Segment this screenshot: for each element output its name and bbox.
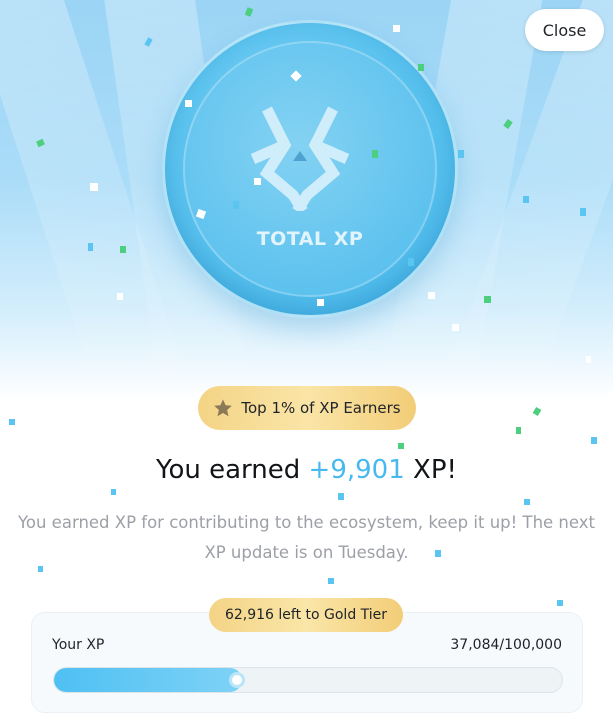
confetti-piece (408, 258, 414, 266)
confetti-piece (117, 293, 123, 300)
confetti-piece (120, 246, 126, 253)
confetti-piece (428, 292, 435, 299)
confetti-piece (254, 178, 261, 185)
confetti-piece (111, 489, 116, 495)
confetti-piece (591, 437, 597, 444)
confetti-piece (580, 208, 586, 216)
xp-progress-fill (54, 668, 242, 692)
total-xp-coin: TOTAL XP (162, 20, 458, 318)
headline-prefix: You earned (156, 455, 309, 485)
confetti-piece (317, 299, 324, 306)
confetti-piece (9, 419, 15, 425)
confetti-piece (484, 296, 491, 303)
confetti-piece (372, 150, 378, 158)
headline-suffix: XP! (404, 455, 457, 485)
hero-banner: TOTAL XP (0, 0, 613, 400)
xp-progress-knob (229, 672, 245, 688)
confetti-piece (532, 406, 542, 417)
confetti-piece (233, 201, 239, 209)
confetti-piece (557, 600, 563, 606)
top-earner-badge: Top 1% of XP Earners (198, 386, 416, 430)
confetti-piece (90, 183, 98, 191)
confetti-piece (524, 499, 530, 505)
close-button[interactable]: Close (525, 9, 604, 51)
confetti-piece (523, 196, 529, 203)
confetti-piece (418, 64, 424, 71)
xp-earned-headline: You earned +9,901 XP! (0, 455, 613, 485)
confetti-piece (244, 7, 254, 17)
confetti-piece (393, 25, 400, 32)
confetti-piece (185, 100, 192, 107)
xp-count: 37,084/100,000 (450, 637, 562, 653)
your-xp-label: Your XP (52, 637, 105, 653)
confetti-piece (586, 356, 591, 363)
badge-label: Top 1% of XP Earners (241, 399, 401, 417)
confetti-piece (398, 443, 404, 449)
coin-label: TOTAL XP (256, 228, 364, 250)
xp-progress-track (53, 667, 563, 693)
tier-remaining-badge: 62,916 left to Gold Tier (209, 598, 403, 632)
confetti-piece (516, 427, 521, 434)
confetti-piece (88, 243, 93, 251)
total-xp-logo-icon (250, 106, 350, 211)
confetti-piece (452, 324, 459, 331)
confetti-piece (458, 150, 464, 158)
confetti-piece (328, 578, 334, 584)
xp-description: You earned XP for contributing to the ec… (18, 513, 595, 562)
confetti-piece (338, 493, 344, 500)
xp-earned-amount: +9,901 (308, 455, 405, 485)
star-icon (213, 398, 233, 418)
